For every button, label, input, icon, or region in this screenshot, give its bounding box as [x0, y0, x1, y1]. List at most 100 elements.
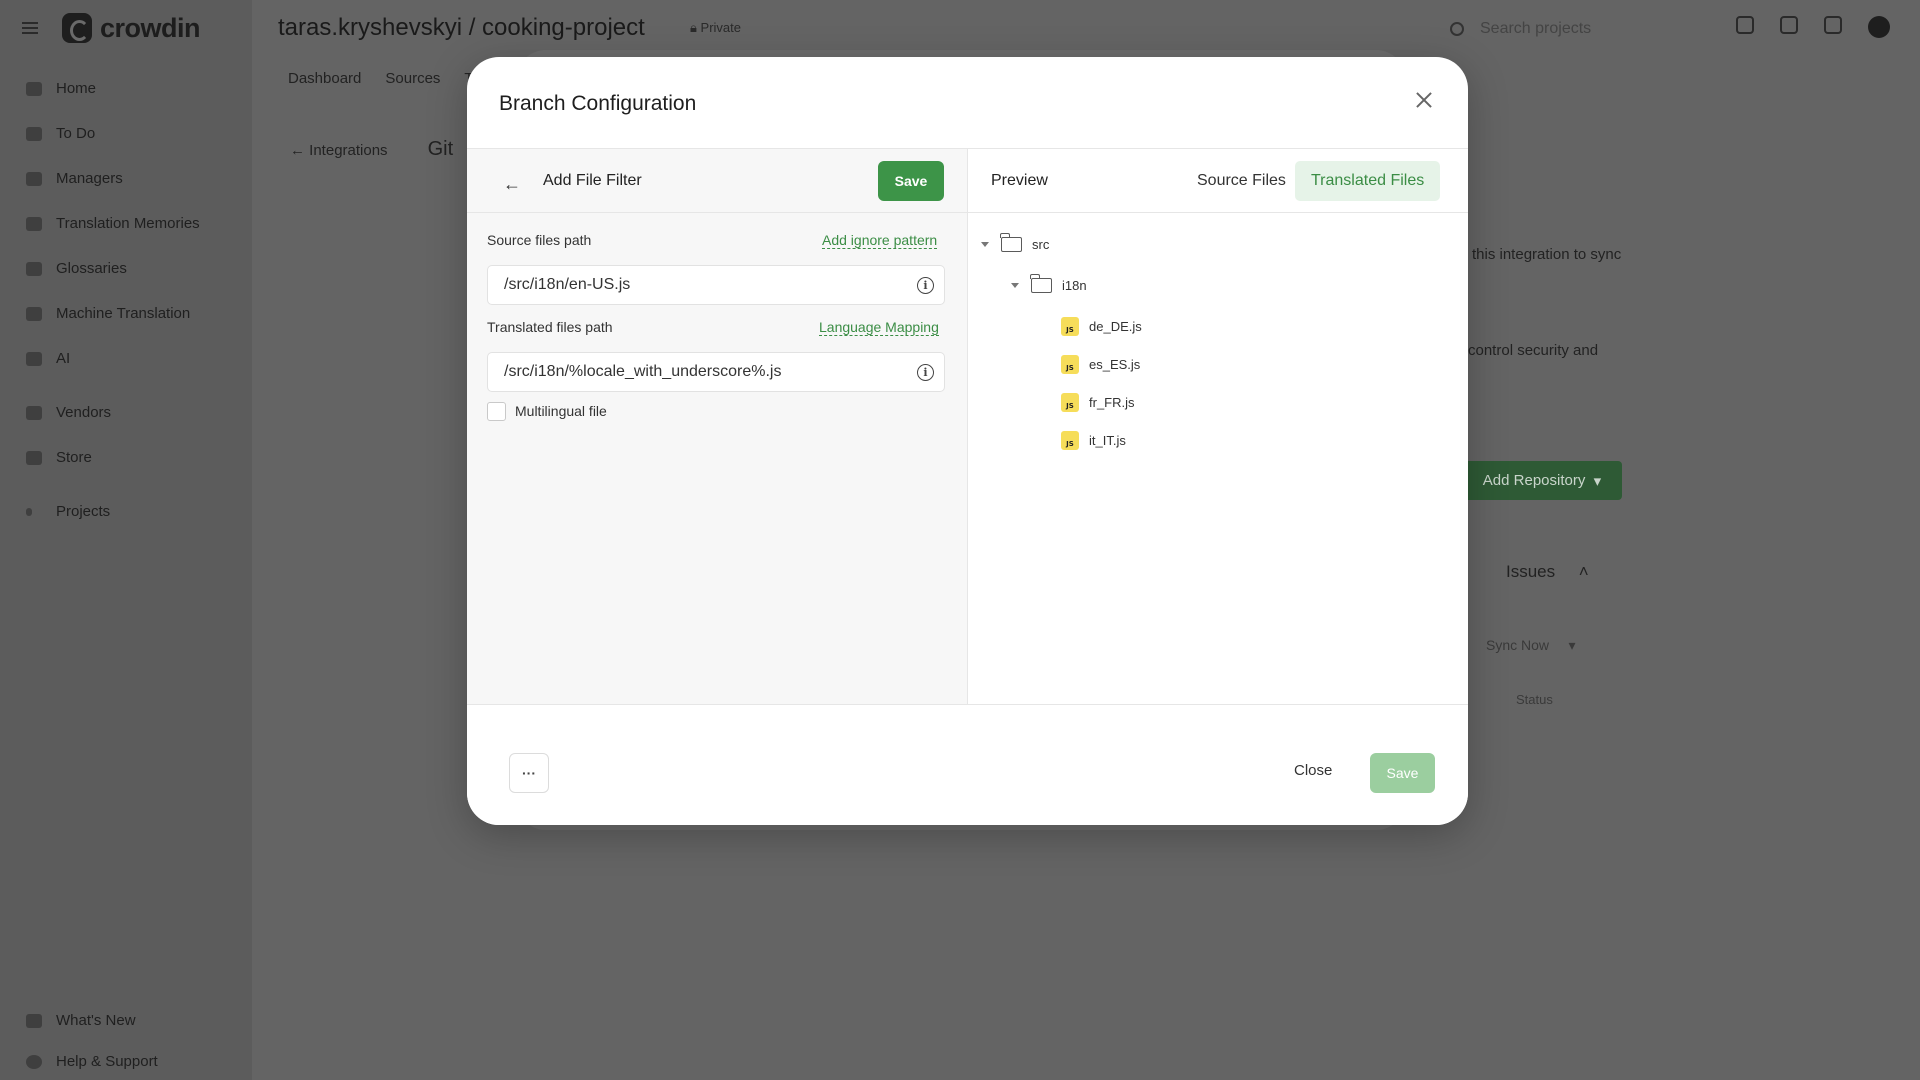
- js-file-icon: JS: [1061, 355, 1079, 374]
- js-file-icon: JS: [1061, 431, 1079, 450]
- sidebar-item-label: Store: [56, 449, 92, 466]
- preview-title: Preview: [991, 172, 1048, 189]
- translate-icon: [26, 306, 42, 321]
- sparkle-icon: [26, 351, 42, 366]
- tree-folder-label: i18n: [1062, 278, 1087, 293]
- users-icon: [26, 171, 42, 186]
- multilingual-label[interactable]: Multilingual file: [515, 403, 607, 419]
- project-title[interactable]: taras.kryshevskyi / cooking-project: [278, 14, 645, 42]
- chevron-up-icon: ˄: [1578, 562, 1589, 581]
- tree-file-label: de_DE.js: [1089, 319, 1142, 334]
- sidebar-bottom: What's New Help & Support: [0, 1000, 252, 1080]
- crowdin-logo-icon[interactable]: [62, 13, 92, 43]
- sidebar: crowdin Home To Do Managers Translation …: [0, 0, 252, 1080]
- breadcrumb-label: Integrations: [309, 142, 388, 159]
- file-filter-header: ← Add File Filter Save: [467, 149, 967, 213]
- caret-down-icon[interactable]: [981, 242, 989, 247]
- add-repository-label: Add Repository: [1482, 472, 1586, 489]
- logo-text[interactable]: crowdin: [100, 13, 201, 44]
- folder-icon: [1000, 233, 1022, 252]
- sidebar-item-help[interactable]: Help & Support: [0, 1041, 252, 1080]
- sidebar-item-label: Help & Support: [56, 1053, 158, 1070]
- sidebar-item-ai[interactable]: AI: [0, 336, 252, 381]
- sidebar-item-machine-translation[interactable]: Machine Translation: [0, 291, 252, 336]
- sidebar-item-todo[interactable]: To Do: [0, 111, 252, 156]
- dialog-title: Branch Configuration: [499, 92, 697, 115]
- breadcrumb[interactable]: ← Integrations Git: [290, 138, 453, 161]
- news-icon: [26, 1013, 42, 1028]
- tree-folder-src[interactable]: src: [981, 233, 1049, 252]
- sidebar-item-managers[interactable]: Managers: [0, 156, 252, 201]
- status-column-header: Status: [1516, 692, 1553, 707]
- search-input[interactable]: Search projects: [1480, 20, 1591, 38]
- sidebar-item-label: Glossaries: [56, 260, 127, 277]
- sidebar-item-whats-new[interactable]: What's New: [0, 1000, 252, 1041]
- sidebar-item-label: Machine Translation: [56, 305, 191, 322]
- tree-folder-i18n[interactable]: i18n: [1011, 274, 1087, 293]
- js-file-icon: JS: [1061, 393, 1079, 412]
- add-ignore-pattern-link[interactable]: Add ignore pattern: [822, 232, 938, 249]
- source-path-value: /src/i18n/en-US.js: [504, 276, 631, 293]
- sidebar-item-home[interactable]: Home: [0, 66, 252, 111]
- info-icon[interactable]: i: [917, 277, 934, 294]
- tree-file[interactable]: JS de_DE.js: [1061, 317, 1142, 336]
- sidebar-nav: Home To Do Managers Translation Memories…: [0, 66, 252, 534]
- branch-configuration-dialog: Branch Configuration ← Add File Filter S…: [467, 57, 1468, 825]
- sync-now-label: Sync Now: [1486, 637, 1550, 653]
- language-mapping-link[interactable]: Language Mapping: [819, 319, 939, 336]
- chevron-right-icon: [26, 507, 32, 516]
- file-filter-pane: ← Add File Filter Save Source files path…: [467, 149, 968, 704]
- more-options-button[interactable]: ···: [509, 753, 549, 793]
- help-icon: [26, 1054, 42, 1069]
- tab-sources[interactable]: Sources: [385, 70, 440, 87]
- info-icon[interactable]: i: [917, 364, 934, 381]
- source-path-label: Source files path: [487, 232, 592, 248]
- tree-file-label: es_ES.js: [1089, 357, 1141, 372]
- issues-label: Issues: [1506, 562, 1556, 581]
- add-repository-button[interactable]: Add Repository ▾: [1462, 461, 1622, 500]
- sidebar-item-translation-memories[interactable]: Translation Memories: [0, 201, 252, 246]
- issues-toggle[interactable]: Issues ˄: [1506, 562, 1589, 582]
- sidebar-item-label: What's New: [56, 1012, 136, 1029]
- translated-path-input[interactable]: /src/i18n/%locale_with_underscore%.js i: [487, 352, 945, 392]
- search-box[interactable]: Search projects: [1450, 14, 1700, 44]
- nav-divider: [0, 381, 252, 390]
- avatar[interactable]: [1868, 16, 1890, 38]
- bell-icon[interactable]: [1780, 16, 1798, 34]
- sidebar-item-label: Projects: [56, 503, 111, 520]
- sync-now-button[interactable]: Sync Now ▾: [1486, 637, 1576, 654]
- sidebar-item-store[interactable]: Store: [0, 435, 252, 480]
- sidebar-item-label: Home: [56, 80, 97, 97]
- sidebar-item-label: AI: [56, 350, 71, 367]
- sidebar-item-label: Translation Memories: [56, 215, 200, 232]
- tab-source-files[interactable]: Source Files: [1181, 161, 1302, 201]
- menu-icon[interactable]: [22, 22, 38, 34]
- tab-translated-files[interactable]: Translated Files: [1295, 161, 1441, 201]
- filter-save-button[interactable]: Save: [878, 161, 944, 201]
- tree-file[interactable]: JS fr_FR.js: [1061, 393, 1135, 412]
- caret-down-icon[interactable]: [1011, 283, 1019, 288]
- close-icon[interactable]: [1413, 90, 1435, 112]
- save-button[interactable]: Save: [1370, 753, 1435, 793]
- multilingual-checkbox[interactable]: [487, 402, 506, 421]
- sidebar-item-label: To Do: [56, 125, 96, 142]
- sidebar-item-projects[interactable]: Projects: [0, 489, 252, 534]
- tree-file-label: fr_FR.js: [1089, 395, 1135, 410]
- tree-file[interactable]: JS it_IT.js: [1061, 431, 1126, 450]
- translated-path-value: /src/i18n/%locale_with_underscore%.js: [504, 363, 782, 380]
- sidebar-item-glossaries[interactable]: Glossaries: [0, 246, 252, 291]
- visibility-label: Private: [700, 20, 742, 35]
- dialog-header: Branch Configuration: [467, 57, 1468, 149]
- visibility-badge: 🔒︎ Private: [690, 20, 741, 36]
- source-path-input[interactable]: /src/i18n/en-US.js i: [487, 265, 945, 305]
- search-icon: [1450, 22, 1464, 36]
- file-filter-title: Add File Filter: [543, 172, 642, 189]
- close-button[interactable]: Close: [1294, 762, 1332, 779]
- plus-icon[interactable]: [1736, 16, 1754, 34]
- tab-dashboard[interactable]: Dashboard: [288, 70, 361, 87]
- tree-file[interactable]: JS es_ES.js: [1061, 355, 1140, 374]
- sidebar-item-vendors[interactable]: Vendors: [0, 390, 252, 435]
- arrow-left-icon: ←: [290, 142, 305, 159]
- chat-icon[interactable]: [1824, 16, 1842, 34]
- back-arrow-icon[interactable]: ←: [503, 174, 521, 195]
